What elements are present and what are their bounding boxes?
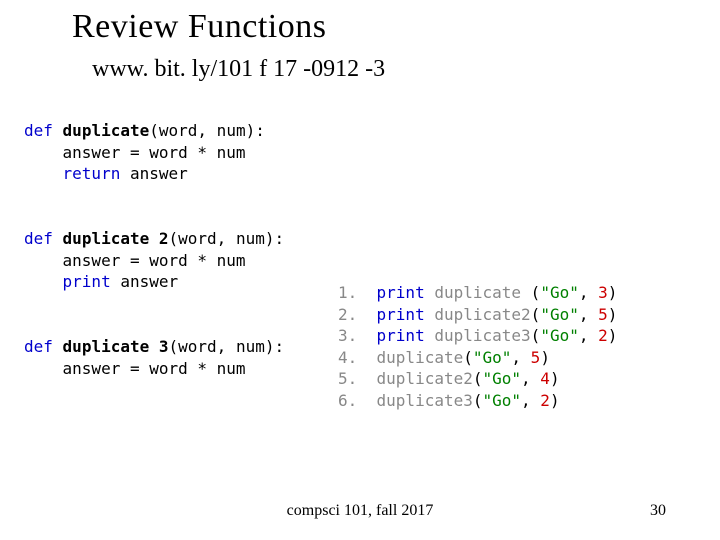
string-literal: "Go" xyxy=(540,326,579,345)
call-name: duplicate3 xyxy=(425,326,531,345)
function-name-3: duplicate 3 xyxy=(63,337,169,356)
function-name-1: duplicate xyxy=(63,121,150,140)
list-number: 3. xyxy=(338,326,377,345)
signature-1: (word, num): xyxy=(149,121,265,140)
call-name: duplicate xyxy=(425,283,531,302)
list-number: 1. xyxy=(338,283,377,302)
int-literal: 2 xyxy=(540,391,550,410)
list-number: 4. xyxy=(338,348,377,367)
list-number: 6. xyxy=(338,391,377,410)
string-literal: "Go" xyxy=(483,391,522,410)
call-name: duplicate2 xyxy=(377,369,473,388)
slide-number: 30 xyxy=(650,502,666,520)
keyword-def: def xyxy=(24,337,53,356)
code-block-calls: 1. print duplicate ("Go", 3) 2. print du… xyxy=(338,282,617,412)
int-literal: 2 xyxy=(598,326,608,345)
print-arg-2: answer xyxy=(111,272,178,291)
keyword-return: return xyxy=(63,164,121,183)
int-literal: 4 xyxy=(540,369,550,388)
call-name: duplicate2 xyxy=(425,305,531,324)
function-name-2: duplicate 2 xyxy=(63,229,169,248)
signature-2: (word, num): xyxy=(169,229,285,248)
page-title: Review Functions xyxy=(72,8,326,46)
keyword-def: def xyxy=(24,229,53,248)
assign-line-2: answer = word * num xyxy=(24,251,246,270)
string-literal: "Go" xyxy=(483,369,522,388)
return-arg-1: answer xyxy=(120,164,187,183)
string-literal: "Go" xyxy=(540,305,579,324)
keyword-print: print xyxy=(63,272,111,291)
list-number: 5. xyxy=(338,369,377,388)
keyword-print: print xyxy=(377,305,425,324)
call-name: duplicate3 xyxy=(377,391,473,410)
keyword-def: def xyxy=(24,121,53,140)
int-literal: 3 xyxy=(598,283,608,302)
keyword-print: print xyxy=(377,283,425,302)
list-number: 2. xyxy=(338,305,377,324)
signature-3: (word, num): xyxy=(169,337,285,356)
footer-text: compsci 101, fall 2017 xyxy=(0,502,720,520)
keyword-print: print xyxy=(377,326,425,345)
assign-line-3: answer = word * num xyxy=(24,359,246,378)
page-subtitle: www. bit. ly/101 f 17 -0912 -3 xyxy=(92,56,385,83)
int-literal: 5 xyxy=(531,348,541,367)
string-literal: "Go" xyxy=(473,348,512,367)
assign-line-1: answer = word * num xyxy=(24,143,246,162)
string-literal: "Go" xyxy=(540,283,579,302)
call-name: duplicate xyxy=(377,348,464,367)
int-literal: 5 xyxy=(598,305,608,324)
code-block-definitions: def duplicate(word, num): answer = word … xyxy=(24,120,284,379)
